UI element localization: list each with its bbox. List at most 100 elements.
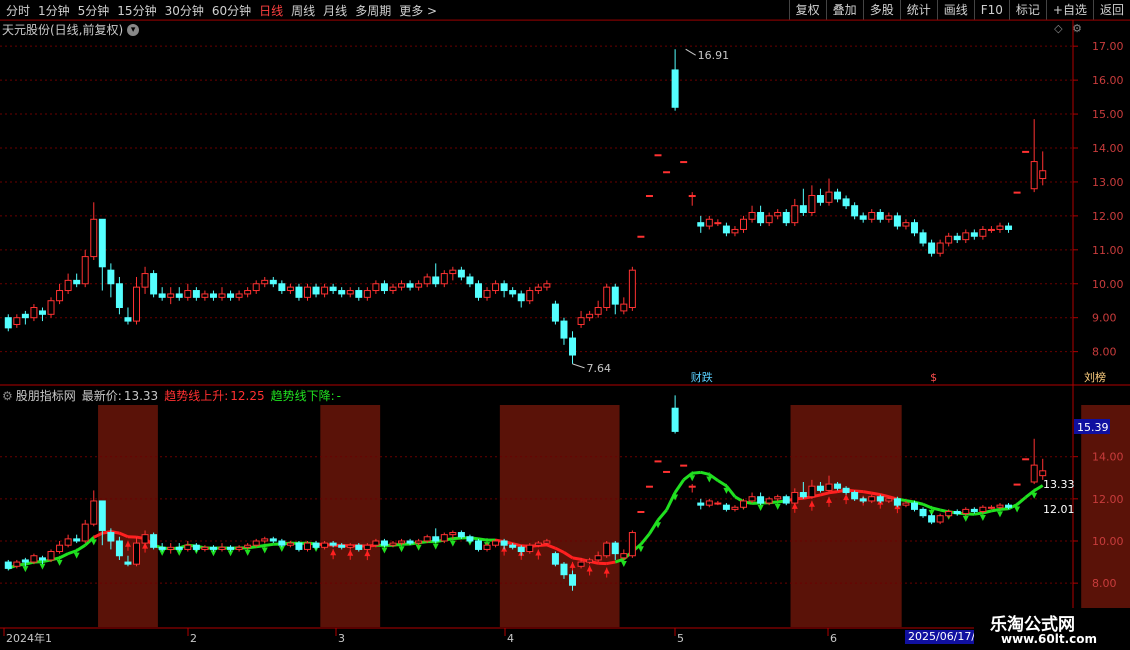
candle-body	[466, 276, 474, 285]
trend-segment	[862, 490, 873, 495]
candle-body	[902, 222, 910, 227]
candle-body	[474, 283, 482, 298]
candle-body	[329, 286, 337, 292]
ind-candle-body	[996, 504, 1004, 508]
ind-candle-body	[449, 532, 457, 536]
ind-candle-body	[355, 544, 363, 550]
candle-body	[868, 211, 876, 220]
ind-candle-body	[851, 492, 859, 500]
ind-candle-body	[406, 540, 414, 544]
trend-segment	[974, 511, 984, 516]
ind-candle-body	[620, 553, 628, 559]
ind-candle-body	[534, 542, 542, 546]
ind-candle-body	[791, 492, 799, 504]
trend-segment	[700, 470, 710, 476]
candle-body	[560, 320, 568, 339]
trend-segment	[572, 556, 582, 561]
ind-candle-body	[13, 561, 21, 567]
candle-body	[440, 273, 448, 285]
trend-segment	[264, 542, 274, 547]
ind-candle-body	[4, 561, 12, 569]
candle-body	[98, 218, 106, 268]
price-badge: 15.39	[1077, 421, 1109, 434]
ind-candle-body	[500, 540, 508, 546]
ind-candle-body	[47, 551, 55, 561]
high-price-label: 16.91	[698, 49, 730, 62]
candle-body	[355, 290, 363, 298]
candle-body	[56, 290, 64, 302]
candle-body	[919, 232, 927, 244]
trend-segment	[75, 543, 87, 552]
ind-candle-body	[21, 559, 29, 563]
trend-segment	[673, 479, 685, 494]
ind-candle-body	[953, 510, 961, 515]
candle-body	[227, 293, 235, 298]
ind-candle-body	[825, 483, 833, 491]
x-axis-label: 4	[507, 632, 514, 645]
ind-candle-body	[115, 540, 123, 557]
candle-body	[415, 283, 423, 288]
candle-body	[261, 279, 269, 285]
ind-candle-body	[415, 540, 423, 544]
candle-body	[970, 232, 978, 237]
chart-canvas[interactable]: 8.00 9.00 10.00 11.00 12.00 13.00 14.00 15.00 16…	[0, 0, 1130, 650]
candle-body	[731, 228, 739, 234]
candle-body	[910, 222, 918, 234]
ind-candle-body	[714, 502, 722, 505]
ind-candle-body	[269, 538, 277, 542]
candle-body	[680, 161, 688, 164]
ind-candle-body	[740, 500, 747, 508]
ind-candle-body	[671, 407, 679, 432]
trend-up-label: 趋势线上升:	[164, 389, 229, 403]
candle-body	[569, 337, 577, 356]
ind-candle-body	[637, 510, 645, 513]
ind-candle-body	[474, 540, 482, 550]
y-tick-label: 10.00	[1092, 535, 1124, 548]
candle-body	[757, 211, 765, 224]
settings-icon[interactable]: ⚙	[2, 389, 13, 403]
ind-candle-body	[261, 538, 269, 542]
candle-body	[1022, 150, 1030, 153]
trend-shade-zone	[1081, 405, 1130, 627]
candle-body	[928, 242, 936, 254]
ind-candle-body	[526, 544, 534, 553]
candle-body	[192, 290, 200, 298]
candle-body	[859, 215, 867, 220]
candle-body	[90, 218, 98, 258]
ind-candle-body	[774, 496, 782, 500]
ind-candle-body	[962, 508, 970, 515]
ind-candle-body	[594, 555, 602, 561]
candle-body	[1030, 161, 1038, 190]
candle-body	[47, 300, 55, 315]
high-pointer	[685, 48, 696, 56]
candle-body	[492, 283, 500, 292]
candle-body	[73, 279, 81, 285]
candle-body	[30, 307, 38, 319]
candle-body	[124, 317, 132, 322]
ind-candle-body	[688, 485, 696, 488]
candle-body	[295, 286, 303, 298]
candle-body	[150, 273, 158, 295]
ind-candle-body	[440, 534, 448, 542]
y-tick-label: 15.00	[1092, 108, 1124, 121]
ind-candle-body	[543, 540, 551, 544]
ind-candle-body	[492, 540, 500, 546]
trend-segment	[854, 489, 864, 494]
trend-segment	[820, 491, 830, 497]
ind-candle-body	[235, 546, 243, 550]
ind-candle-body	[209, 546, 217, 550]
trend-segment	[58, 552, 69, 560]
y-tick-label: 13.00	[1092, 176, 1124, 189]
ind-candle-body	[363, 544, 371, 550]
candle-body	[269, 279, 277, 285]
candle-body	[13, 317, 21, 325]
ind-candle-body	[124, 561, 132, 565]
candle-body	[611, 286, 619, 305]
ind-candle-body	[141, 534, 149, 544]
candle-body	[697, 222, 705, 227]
ind-candle-body	[64, 538, 72, 546]
ind-candle-body	[423, 536, 431, 542]
x-axis-label: 6	[830, 632, 837, 645]
y-tick-label: 8.00	[1092, 577, 1117, 590]
trend-segment	[999, 507, 1009, 511]
